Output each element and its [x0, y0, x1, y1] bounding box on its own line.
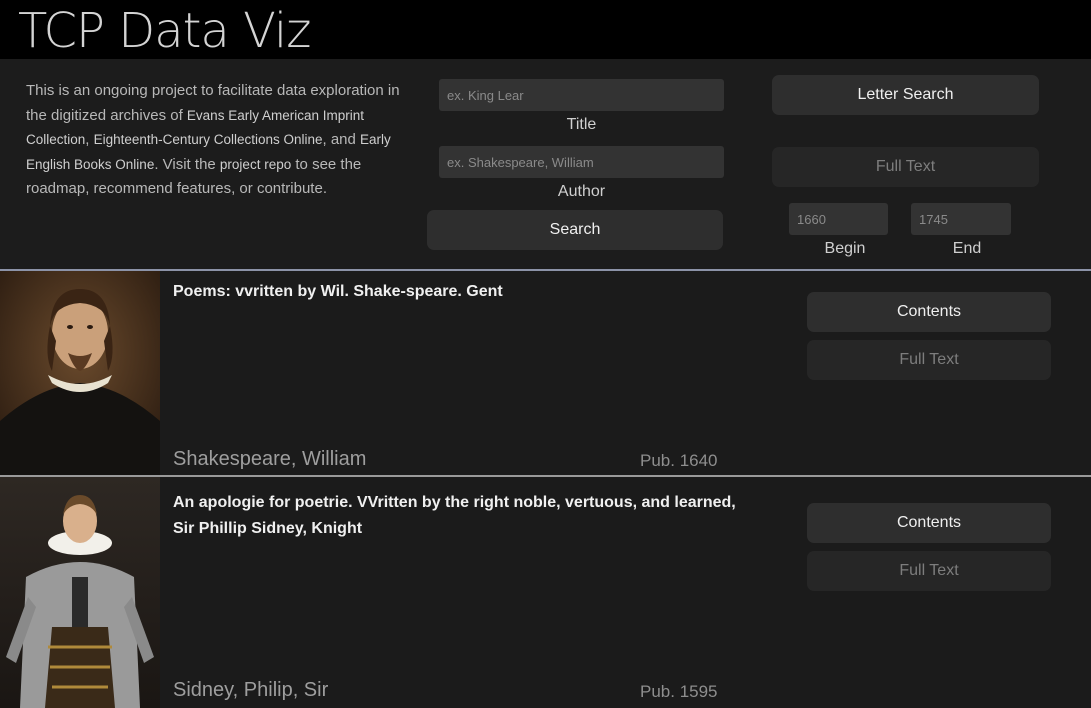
book-title[interactable]: An apologie for poetrie. VVritten by the… — [173, 490, 743, 542]
publication-year: Pub. 1595 — [640, 682, 718, 701]
intro-text: This is an ongoing project to facilitate… — [26, 79, 401, 202]
intro-segment: , — [85, 131, 94, 149]
end-year-input[interactable]: 1745 — [911, 203, 1011, 235]
book-title[interactable]: Poems: vvritten by Wil. Shake-speare. Ge… — [173, 279, 743, 305]
result-row: Poems: vvritten by Wil. Shake-speare. Ge… — [0, 271, 1091, 475]
intro-segment: . Visit the — [154, 155, 220, 173]
intro-segment: , and — [322, 131, 361, 149]
project-repo-link[interactable]: project repo — [220, 157, 291, 172]
full-text-button[interactable]: Full Text — [807, 551, 1051, 591]
full-text-button[interactable]: Full Text — [807, 340, 1051, 380]
begin-year-input[interactable]: 1660 — [789, 203, 888, 235]
author-portrait — [0, 477, 160, 708]
end-placeholder: 1745 — [919, 211, 948, 227]
end-label: End — [952, 240, 982, 257]
begin-placeholder: 1660 — [797, 211, 826, 227]
author-portrait — [0, 271, 160, 475]
full-text-search-button[interactable]: Full Text — [772, 147, 1039, 187]
result-row: An apologie for poetrie. VVritten by the… — [0, 477, 1091, 708]
book-author: Shakespeare, William — [173, 448, 367, 470]
contents-button[interactable]: Contents — [807, 503, 1051, 543]
top-bar: TCP Data Viz — [0, 0, 1091, 59]
begin-label: Begin — [824, 240, 866, 257]
author-placeholder: ex. Shakespeare, William — [447, 154, 594, 170]
search-button[interactable]: Search — [427, 210, 723, 250]
contents-button[interactable]: Contents — [807, 292, 1051, 332]
author-search-input[interactable]: ex. Shakespeare, William — [439, 146, 724, 178]
title-placeholder: ex. King Lear — [447, 87, 524, 103]
book-author: Sidney, Philip, Sir — [173, 679, 329, 701]
publication-year: Pub. 1640 — [640, 451, 718, 470]
ecco-link[interactable]: Eighteenth-Century Collections Online — [94, 132, 323, 147]
app-title: TCP Data Viz — [18, 3, 311, 59]
letter-search-button[interactable]: Letter Search — [772, 75, 1039, 115]
title-label: Title — [566, 116, 597, 133]
author-label: Author — [557, 183, 606, 200]
title-search-input[interactable]: ex. King Lear — [439, 79, 724, 111]
search-panel: This is an ongoing project to facilitate… — [0, 59, 1091, 270]
